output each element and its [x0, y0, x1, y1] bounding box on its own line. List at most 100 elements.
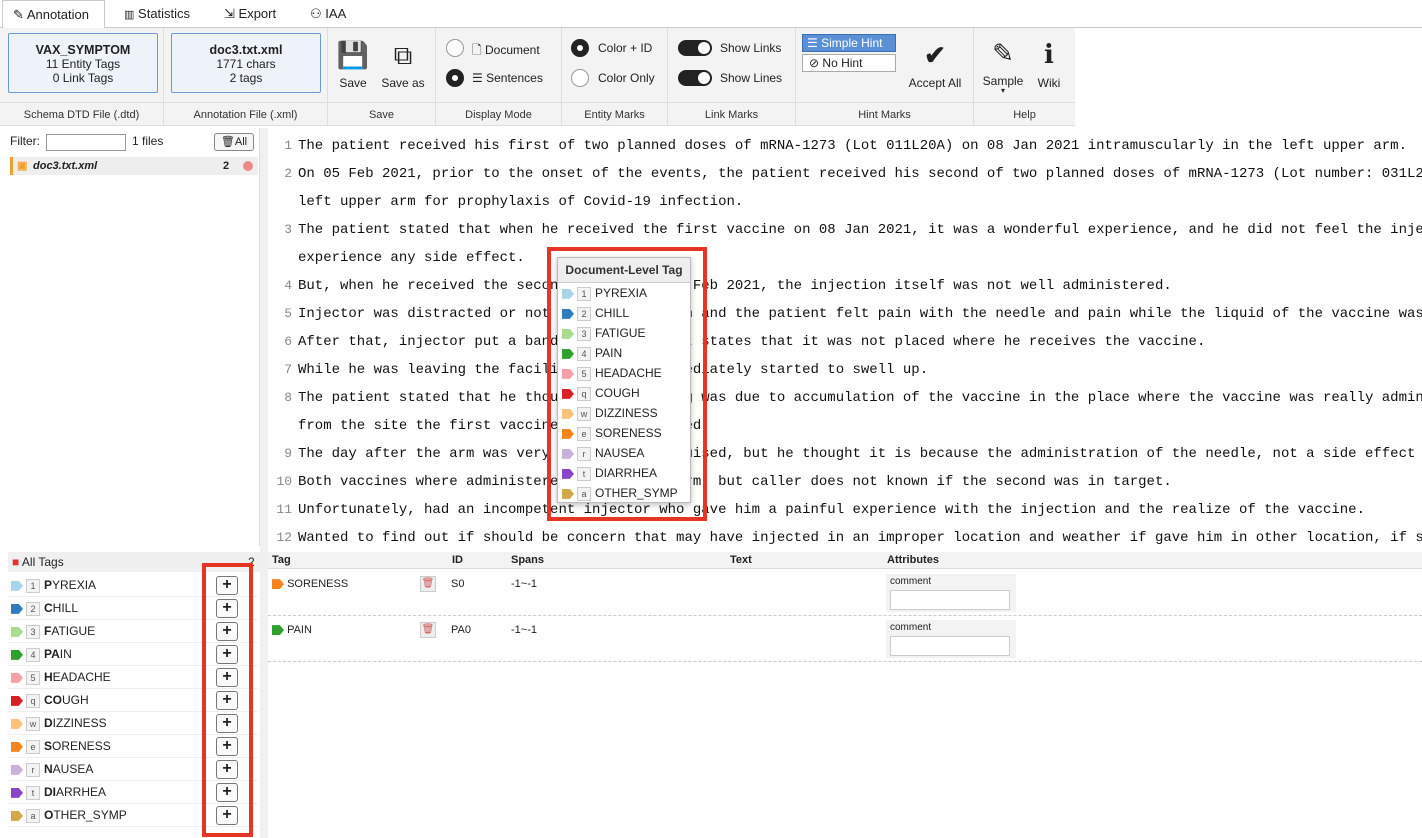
wiki-button[interactable]: i Wiki: [1034, 38, 1064, 90]
line-text[interactable]: left upper arm for prophylaxis of Covid-…: [298, 194, 743, 210]
copy-icon: ⧉: [393, 40, 413, 70]
table-row[interactable]: SORENESS 🗑 S0 -1~-1 comment: [268, 570, 1422, 616]
line-text[interactable]: experience any side effect.: [298, 250, 525, 266]
line-text[interactable]: Wanted to find out if should be concern …: [298, 530, 1422, 546]
attribute-label: comment: [890, 622, 932, 633]
delete-icon[interactable]: 🗑: [420, 576, 436, 592]
row-id: S0: [451, 578, 465, 590]
line-number: 12: [276, 530, 292, 545]
row-spans: -1~-1: [511, 624, 537, 636]
tag-name-prefix: H: [44, 670, 53, 684]
col-attributes: Attributes: [887, 554, 939, 566]
people-icon: ⚇: [310, 6, 322, 21]
file-item[interactable]: ▣ doc3.txt.xml 2: [10, 157, 258, 175]
table-header: Tag ID Spans Text Attributes: [268, 552, 1422, 569]
tag-name-rest: IN: [59, 647, 72, 661]
shortcut-key: a: [26, 808, 40, 823]
display-mode-group: 🗋 Document ☰ Sentences Display Mode: [436, 28, 562, 126]
shortcut-key: 4: [26, 647, 40, 662]
col-text: Text: [730, 554, 752, 566]
tab-iaa[interactable]: ⚇ IAA: [300, 0, 356, 28]
schema-group-label: Schema DTD File (.dtd): [0, 102, 163, 126]
annotation-file-box[interactable]: doc3.txt.xml 1771 chars 2 tags: [171, 33, 321, 93]
line-text[interactable]: Unfortunately, had an incompetent inject…: [298, 502, 1365, 518]
line-number: 6: [284, 334, 292, 349]
comment-input[interactable]: [890, 590, 1010, 610]
sentences-radio[interactable]: [446, 69, 464, 87]
tag-icon: [11, 603, 23, 614]
tag-icon: [272, 625, 284, 636]
save-group-label: Save: [328, 102, 435, 126]
shortcut-key: r: [26, 762, 40, 777]
show-links-toggle[interactable]: [678, 40, 712, 56]
tag-icon: [11, 718, 23, 729]
tab-statistics[interactable]: ▥ Statistics: [114, 0, 200, 28]
line-text[interactable]: On 05 Feb 2021, prior to the onset of th…: [298, 166, 1422, 182]
line-text[interactable]: The patient received his first of two pl…: [298, 138, 1407, 154]
line-text[interactable]: But, when he received the second vaccine…: [298, 278, 1172, 294]
row-id: PA0: [451, 624, 471, 636]
line-text[interactable]: Injector was distracted or not paying at…: [298, 306, 1422, 322]
tag-name-rest: HILL: [52, 601, 79, 615]
tab-annotation[interactable]: ✎ Annotation: [2, 0, 105, 29]
show-lines-toggle[interactable]: [678, 70, 712, 86]
toolbar-ribbon: VAX_SYMPTOM 11 Entity Tags 0 Link Tags S…: [0, 28, 1075, 126]
line-number: 3: [284, 222, 292, 237]
color-only-label[interactable]: Color Only: [598, 71, 655, 85]
remove-file-icon[interactable]: [243, 161, 253, 171]
top-tab-bar: ✎ Annotation ▥ Statistics ⇲ Export ⚇ IAA: [0, 0, 1422, 29]
save-button[interactable]: 💾 Save: [336, 38, 370, 90]
save-as-button[interactable]: ⧉ Save as: [378, 38, 428, 90]
line-number: 1: [284, 138, 292, 153]
color-id-radio[interactable]: [571, 39, 589, 57]
line-number: 8: [284, 390, 292, 405]
tag-icon: [11, 810, 23, 821]
remove-all-button[interactable]: 🗑All: [214, 133, 254, 151]
chevron-down-icon: ▾: [1000, 86, 1005, 95]
no-hint-option[interactable]: ⊘ No Hint: [802, 54, 896, 72]
comment-input[interactable]: [890, 636, 1010, 656]
document-radio[interactable]: [446, 39, 464, 57]
tag-name-prefix: C: [44, 601, 53, 615]
sample-button[interactable]: ✎ Sample ▾: [982, 36, 1024, 95]
line-text[interactable]: The patient stated that when he received…: [298, 222, 1422, 238]
tag-icon: [11, 580, 23, 591]
document-editor[interactable]: 1 The patient received his first of two p…: [268, 128, 1422, 546]
table-row[interactable]: PAIN 🗑 PA0 -1~-1 comment: [268, 616, 1422, 662]
shortcut-key: 1: [26, 578, 40, 593]
tag-name-rest: EADACHE: [52, 670, 111, 684]
tag-name-rest: AUSEA: [52, 762, 94, 776]
line-text[interactable]: After that, injector put a band-aid and …: [298, 334, 1205, 350]
simple-hint-option[interactable]: ☰ Simple Hint: [802, 34, 896, 52]
tag-name-rest: ARRHEA: [56, 785, 107, 799]
col-tag: Tag: [272, 554, 291, 566]
row-tag: PAIN: [272, 624, 312, 636]
list-icon: ☰: [807, 36, 818, 50]
double-check-icon: ✔: [924, 40, 946, 70]
tag-name-prefix: O: [44, 808, 54, 822]
tag-icon: [11, 672, 23, 683]
row-tag: SORENESS: [272, 578, 348, 590]
line-number: 5: [284, 306, 292, 321]
delete-icon[interactable]: 🗑: [420, 622, 436, 638]
document-option[interactable]: 🗋 Document: [472, 41, 540, 62]
accept-all-button[interactable]: ✔ Accept All: [904, 38, 966, 90]
line-text[interactable]: The day after the arm was very sore and …: [298, 446, 1415, 462]
panel-splitter[interactable]: [260, 128, 268, 838]
color-id-label[interactable]: Color + ID: [598, 41, 652, 55]
tag-name-rest: YREXIA: [52, 578, 97, 592]
chart-icon: ▥: [124, 9, 135, 21]
line-text[interactable]: The patient stated that he thought the s…: [298, 390, 1422, 406]
sentences-option[interactable]: ☰ Sentences: [472, 71, 543, 85]
line-text[interactable]: Both vaccines where administered in the …: [298, 474, 1172, 490]
hint-marks-label: Hint Marks: [796, 102, 973, 126]
list-icon: ☰: [472, 71, 483, 85]
tag-name-prefix: N: [44, 762, 53, 776]
tab-export[interactable]: ⇲ Export: [214, 0, 286, 28]
filter-input[interactable]: [46, 134, 126, 151]
file-sidebar: Filter: 1 files 🗑All ▣ doc3.txt.xml 2: [0, 128, 260, 546]
tag-name-prefix: PA: [44, 647, 60, 661]
color-only-radio[interactable]: [571, 69, 589, 87]
col-id: ID: [452, 554, 463, 566]
schema-file-box[interactable]: VAX_SYMPTOM 11 Entity Tags 0 Link Tags: [8, 33, 158, 93]
